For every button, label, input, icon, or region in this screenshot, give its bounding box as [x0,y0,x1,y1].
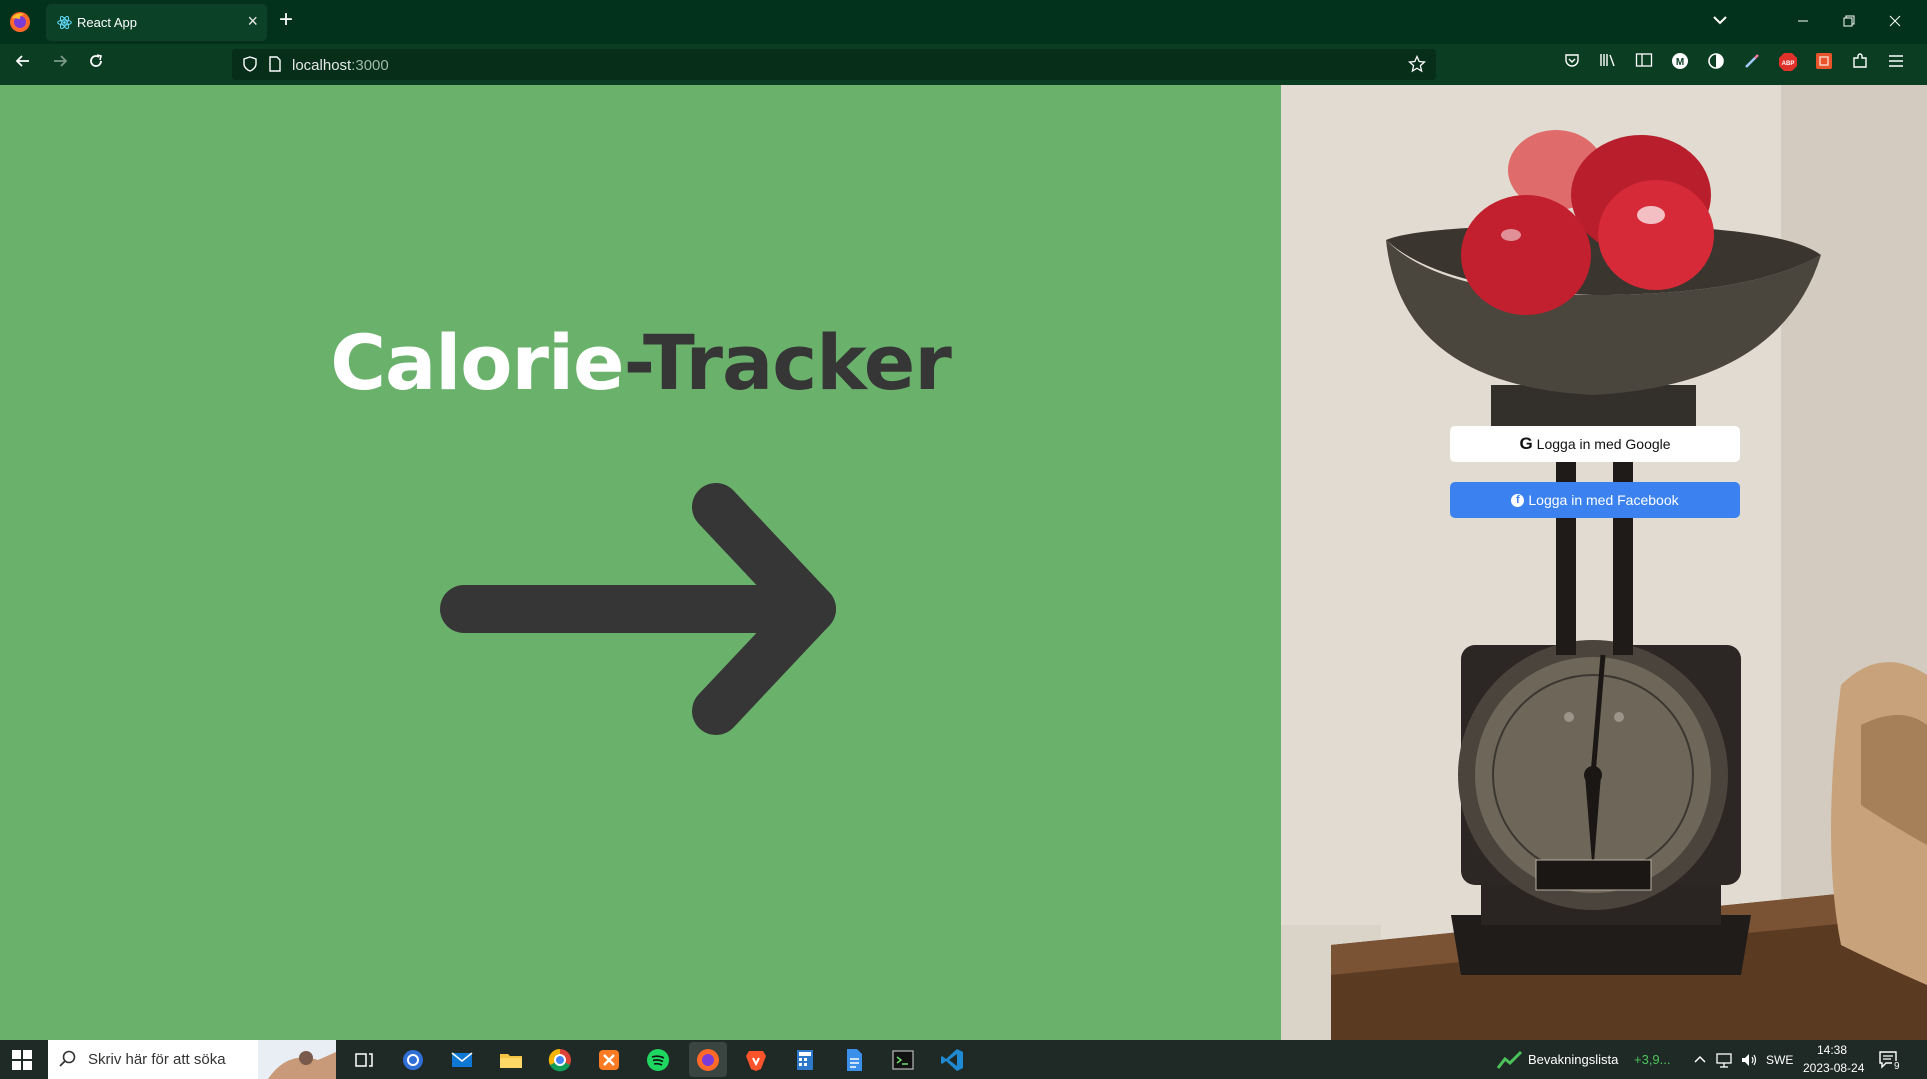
file-explorer-icon[interactable] [497,1046,525,1074]
watchlist-value: +3,9... [1634,1052,1671,1067]
stock-watchlist-icon[interactable] [1497,1050,1523,1070]
notification-count-badge: 9 [1892,1061,1902,1072]
login-google-label: Logga in med Google [1536,436,1671,452]
language-indicator[interactable]: SWE [1766,1053,1793,1067]
vscode-icon[interactable] [938,1046,966,1074]
kitchen-scale-image [1281,85,1927,1040]
page-icon[interactable] [268,56,282,72]
firefox-taskbar-icon [697,1049,719,1071]
windows-taskbar: Skriv här för att söka Bevakningslista +… [0,1040,1927,1079]
reload-icon[interactable] [84,52,108,76]
task-view-icon[interactable] [350,1046,378,1074]
windows-start-icon[interactable] [10,1048,34,1072]
firefox-icon[interactable] [8,10,32,34]
privacy-extension-icon[interactable] [1704,52,1728,76]
firefox-taskbar-button[interactable] [689,1042,727,1077]
sidebar-icon[interactable] [1632,52,1656,76]
title-calorie: Calorie [330,318,624,407]
tab-react-app[interactable]: React App × [47,5,266,40]
browser-tab-bar: React App × + [0,0,1927,44]
tab-title: React App [77,15,137,30]
spotify-icon[interactable] [644,1046,672,1074]
facebook-icon: f [1511,493,1525,507]
tab-close-icon[interactable]: × [247,11,258,32]
account-m-icon[interactable]: M [1668,52,1692,76]
hero-panel: Calorie-Tracker [0,85,1281,1040]
url-host: localhost [292,57,352,74]
watchlist-label[interactable]: Bevakningslista [1528,1052,1618,1067]
svg-text:ABP: ABP [1782,61,1795,67]
forward-icon[interactable] [48,52,72,76]
calculator-icon[interactable] [791,1046,819,1074]
adblock-plus-icon[interactable]: ABP [1776,52,1800,76]
volume-icon[interactable] [1740,1051,1758,1069]
browser-nav-bar: localhost:3000 M ABP [0,44,1927,85]
back-icon[interactable] [11,52,35,76]
app-blue-circle-icon[interactable] [399,1046,427,1074]
app-title: Calorie-Tracker [0,318,1281,407]
mail-icon[interactable] [448,1046,476,1074]
bookmark-star-icon[interactable] [1408,55,1426,73]
new-tab-button[interactable]: + [279,6,293,34]
url-bar[interactable]: localhost:3000 [232,49,1436,80]
react-icon [57,15,72,30]
extensions-puzzle-icon[interactable] [1848,52,1872,76]
menu-hamburger-icon[interactable] [1884,52,1908,76]
taskbar-search-box[interactable]: Skriv här för att söka [48,1040,336,1079]
minimize-icon[interactable] [1780,9,1826,35]
title-tracker: -Tracker [623,318,952,407]
pocket-icon[interactable] [1560,52,1584,76]
tray-chevron-up-icon[interactable] [1693,1053,1707,1067]
google-icon: G [1519,434,1533,453]
page-content: Calorie-Tracker [0,85,1927,1040]
login-facebook-label: Logga in med Facebook [1528,492,1679,508]
close-window-icon[interactable] [1872,9,1918,35]
brave-icon[interactable] [742,1046,770,1074]
search-placeholder: Skriv här för att söka [88,1051,226,1068]
extension-orange-icon[interactable] [1812,52,1836,76]
color-picker-icon[interactable] [1740,52,1764,76]
login-facebook-button[interactable]: f Logga in med Facebook [1450,482,1740,518]
shield-icon[interactable] [242,56,258,72]
scale-photo-panel [1281,85,1927,1040]
library-icon[interactable] [1596,52,1620,76]
clock-date[interactable]: 2023-08-24 [1803,1061,1864,1075]
url-text[interactable]: localhost:3000 [292,57,389,74]
xampp-icon[interactable] [595,1046,623,1074]
restore-icon[interactable] [1826,9,1872,35]
svg-text:M: M [1676,57,1684,68]
search-icon [59,1050,76,1067]
document-icon[interactable] [840,1046,868,1074]
terminal-icon[interactable] [889,1046,917,1074]
search-highlight-image [258,1040,336,1079]
clock-time[interactable]: 14:38 [1817,1043,1847,1057]
network-icon[interactable] [1715,1051,1733,1069]
arrow-right-icon [440,483,836,735]
tab-list-chevron-icon[interactable] [1710,10,1730,30]
url-port: :3000 [351,57,389,74]
login-google-button[interactable]: G Logga in med Google [1450,426,1740,462]
chrome-icon[interactable] [546,1046,574,1074]
